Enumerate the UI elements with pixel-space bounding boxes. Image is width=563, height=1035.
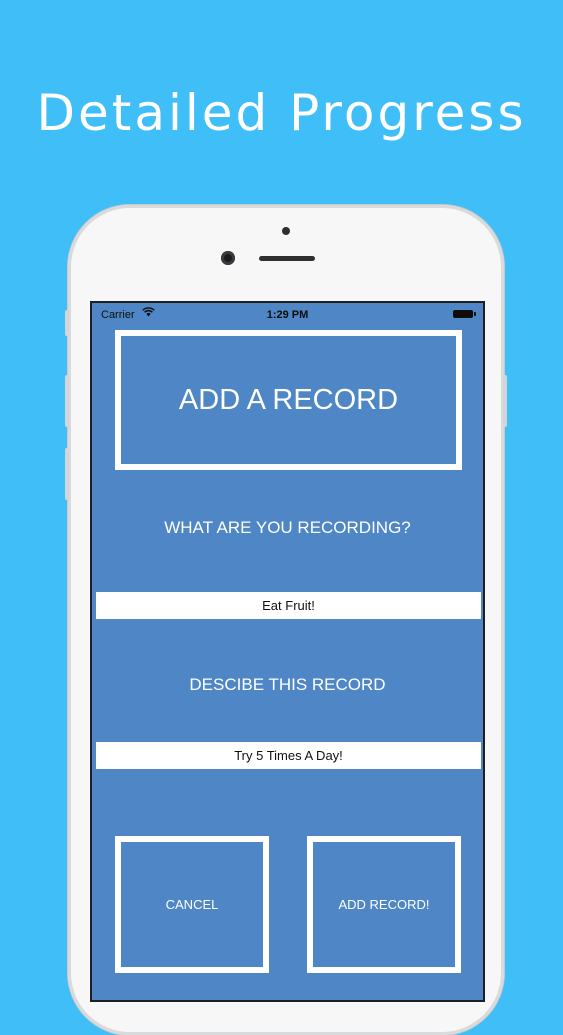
describe-input[interactable]: Try 5 Times A Day! [96, 742, 481, 769]
add-record-button[interactable]: ADD RECORD! [307, 836, 461, 973]
describe-label: DESCIBE THIS RECORD [189, 675, 386, 694]
cancel-button[interactable]: CANCEL [115, 836, 269, 973]
mute-switch [65, 310, 69, 336]
promo-headline: Detailed Progress [36, 84, 527, 142]
earpiece-speaker [259, 256, 315, 261]
battery-icon [453, 310, 476, 318]
recording-input[interactable]: Eat Fruit! [96, 592, 481, 619]
recording-label: WHAT ARE YOU RECORDING? [164, 518, 411, 537]
volume-up-button [65, 375, 69, 427]
phone-screen: Carrier 1:29 PM ADD A RECORD WHAT ARE YO… [90, 301, 485, 1002]
add-record-title-box: ADD A RECORD [115, 330, 462, 470]
cancel-button-label: CANCEL [165, 897, 219, 912]
volume-down-button [65, 448, 69, 500]
proximity-sensor [282, 227, 290, 235]
status-time: 1:29 PM [266, 309, 309, 321]
add-record-button-label: ADD RECORD! [338, 897, 430, 912]
power-button [503, 375, 507, 427]
status-bar: Carrier 1:29 PM [92, 303, 483, 325]
page-title: ADD A RECORD [178, 383, 399, 416]
front-camera [221, 251, 235, 265]
